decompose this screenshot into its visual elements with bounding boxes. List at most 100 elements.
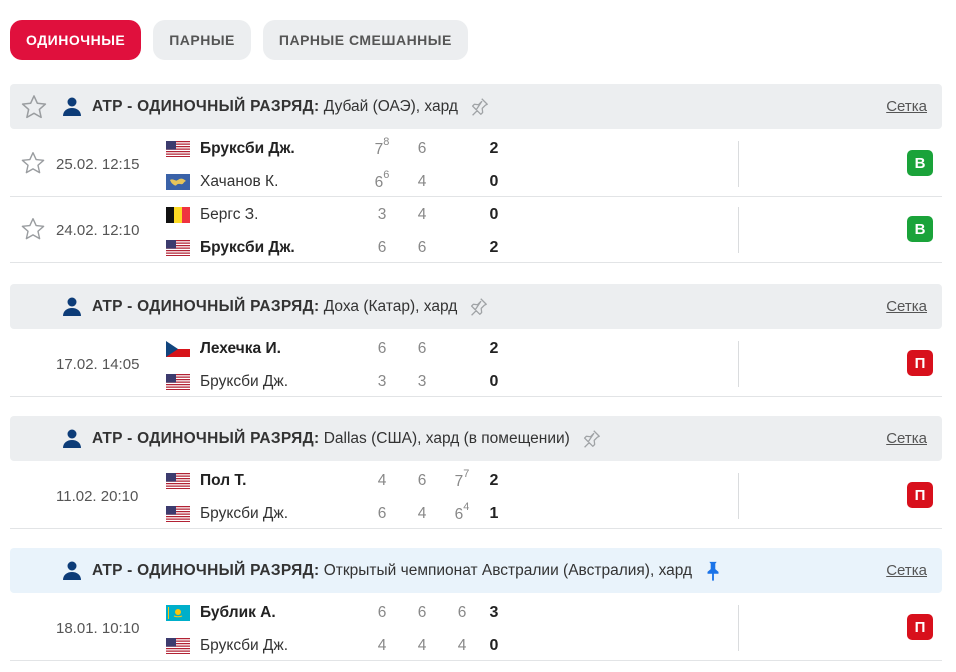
result-badge: П: [907, 482, 933, 508]
league-header: ATP - ОДИНОЧНЫЙ РАЗРЯД: Доха (Катар), ха…: [10, 284, 942, 329]
divider: [738, 605, 739, 651]
league-title: ATP - ОДИНОЧНЫЙ РАЗРЯД: Доха (Катар), ха…: [92, 284, 489, 329]
set-score: 3: [377, 206, 387, 223]
player-row: Пол Т. 2 4 6 77: [166, 468, 498, 492]
league-category: ATP - ОДИНОЧНЫЙ РАЗРЯД:: [92, 561, 320, 579]
tiebreak-score: 4: [463, 500, 470, 513]
set-score: 64: [454, 500, 470, 524]
player-score: 0: [489, 637, 499, 654]
set-score: 4: [457, 637, 467, 654]
person-icon: [62, 429, 82, 448]
flag-usa-icon: [166, 638, 190, 654]
tab-singles[interactable]: Одиночные: [10, 20, 142, 60]
player-row: Бублик А. 3 6 6 6: [166, 602, 498, 624]
match-time: 11.02. 20:10: [56, 487, 139, 505]
divider: [738, 207, 739, 253]
player-row: Бруксби Дж. 0 3 3: [166, 371, 498, 393]
set-score: 6: [417, 140, 427, 157]
match-row[interactable]: 11.02. 20:10 Пол Т. 2 4 6 77 Бруксби Дж. 1 6 4 64 П: [10, 463, 942, 529]
league-tournament: Dallas (США), хард (в помещении): [319, 429, 570, 447]
favorite-star-icon[interactable]: [20, 150, 46, 176]
league-header: ATP - ОДИНОЧНЫЙ РАЗРЯД: Открытый чемпион…: [10, 548, 942, 593]
pin-icon[interactable]: [467, 296, 489, 318]
set-score: 77: [454, 467, 470, 491]
set-score: 3: [417, 373, 427, 390]
player-row: Бруксби Дж. 2 78 6: [166, 135, 498, 160]
bracket-link[interactable]: Сетка: [886, 284, 927, 329]
tiebreak-score: 7: [463, 467, 470, 480]
player-score: 0: [489, 173, 499, 190]
player-score: 2: [489, 340, 499, 357]
person-icon: [62, 561, 82, 580]
flag-usa-icon: [166, 374, 190, 390]
favorite-star-icon[interactable]: [20, 93, 48, 121]
set-score: 6: [377, 505, 387, 522]
tiebreak-score: 8: [383, 135, 390, 148]
league-title: ATP - ОДИНОЧНЫЙ РАЗРЯД: Dallas (США), ха…: [92, 416, 602, 461]
league-category: ATP - ОДИНОЧНЫЙ РАЗРЯД:: [92, 97, 320, 115]
flag-neutral-icon: [166, 174, 190, 190]
match-time: 17.02. 14:05: [56, 355, 140, 373]
set-score: 4: [377, 637, 387, 654]
league-title: ATP - ОДИНОЧНЫЙ РАЗРЯД: Открытый чемпион…: [92, 548, 724, 593]
set-score: 4: [377, 472, 387, 489]
player-score: 2: [489, 140, 499, 157]
player-row: Хачанов К. 0 66 4: [166, 168, 498, 193]
league-tournament: Открытый чемпионат Австралии (Австралия)…: [319, 561, 693, 579]
match-row[interactable]: 24.02. 12:10 Бергс З. 0 3 4 Бруксби Дж. 2 6 6 В: [10, 197, 942, 263]
set-score: 6: [417, 472, 427, 489]
set-score: 4: [417, 173, 427, 190]
set-score: 66: [374, 168, 390, 192]
league-header: ATP - ОДИНОЧНЫЙ РАЗРЯД: Dallas (США), ха…: [10, 416, 942, 461]
player-row: Лехечка И. 2 6 6: [166, 338, 498, 360]
set-score: 3: [377, 373, 387, 390]
flag-usa-icon: [166, 506, 190, 522]
match-row[interactable]: 25.02. 12:15 Бруксби Дж. 2 78 6 Хачанов К. 0 66…: [10, 131, 942, 197]
player-row: Бруксби Дж. 1 6 4 64: [166, 501, 498, 525]
league-category: ATP - ОДИНОЧНЫЙ РАЗРЯД:: [92, 429, 320, 447]
set-score: 6: [377, 239, 387, 256]
league-category: ATP - ОДИНОЧНЫЙ РАЗРЯД:: [92, 297, 320, 315]
flag-usa-icon: [166, 473, 190, 489]
pin-filled-icon[interactable]: [702, 560, 724, 582]
bracket-link[interactable]: Сетка: [886, 416, 927, 461]
match-time: 25.02. 12:15: [56, 155, 140, 173]
player-score: 2: [489, 239, 499, 256]
player-score: 0: [489, 373, 499, 390]
player-row: Бергс З. 0 3 4: [166, 204, 498, 226]
result-badge: В: [907, 150, 933, 176]
favorite-star-icon[interactable]: [20, 216, 46, 242]
flag-usa-icon: [166, 240, 190, 256]
tab-doubles[interactable]: Парные: [153, 20, 251, 60]
bracket-link[interactable]: Сетка: [886, 84, 927, 129]
player-score: 0: [489, 206, 499, 223]
flag-belgium-icon: [166, 207, 190, 223]
match-time: 24.02. 12:10: [56, 221, 140, 239]
tab-mixed-doubles[interactable]: Парные смешанные: [262, 20, 468, 60]
match-row[interactable]: 17.02. 14:05 Лехечка И. 2 6 6 Бруксби Дж. 0 3 3 П: [10, 331, 942, 397]
divider: [738, 341, 739, 387]
flag-usa-icon: [166, 141, 190, 157]
league-tournament: Дубай (ОАЭ), хард: [319, 97, 458, 115]
set-score: 4: [417, 206, 427, 223]
set-score: 6: [377, 604, 387, 621]
league-header: ATP - ОДИНОЧНЫЙ РАЗРЯД: Дубай (ОАЭ), хар…: [10, 84, 942, 129]
divider: [738, 141, 739, 187]
player-score: 2: [489, 472, 499, 489]
player-row: Бруксби Дж. 2 6 6: [166, 237, 498, 259]
set-score: 4: [417, 637, 427, 654]
flag-kazakhstan-icon: [166, 605, 190, 621]
league-title: ATP - ОДИНОЧНЫЙ РАЗРЯД: Дубай (ОАЭ), хар…: [92, 84, 490, 129]
player-score: 1: [489, 505, 499, 522]
result-badge: П: [907, 614, 933, 640]
bracket-link[interactable]: Сетка: [886, 548, 927, 593]
pin-icon[interactable]: [580, 428, 602, 450]
match-row[interactable]: 18.01. 10:10 Бублик А. 3 6 6 6 Бруксби Дж. 0 4 4 4…: [10, 595, 942, 661]
league-tournament: Доха (Катар), хард: [319, 297, 458, 315]
set-score: 6: [417, 239, 427, 256]
person-icon: [62, 297, 82, 316]
pin-icon[interactable]: [468, 96, 490, 118]
person-icon: [62, 97, 82, 116]
player-score: 3: [489, 604, 499, 621]
set-score: 4: [417, 505, 427, 522]
